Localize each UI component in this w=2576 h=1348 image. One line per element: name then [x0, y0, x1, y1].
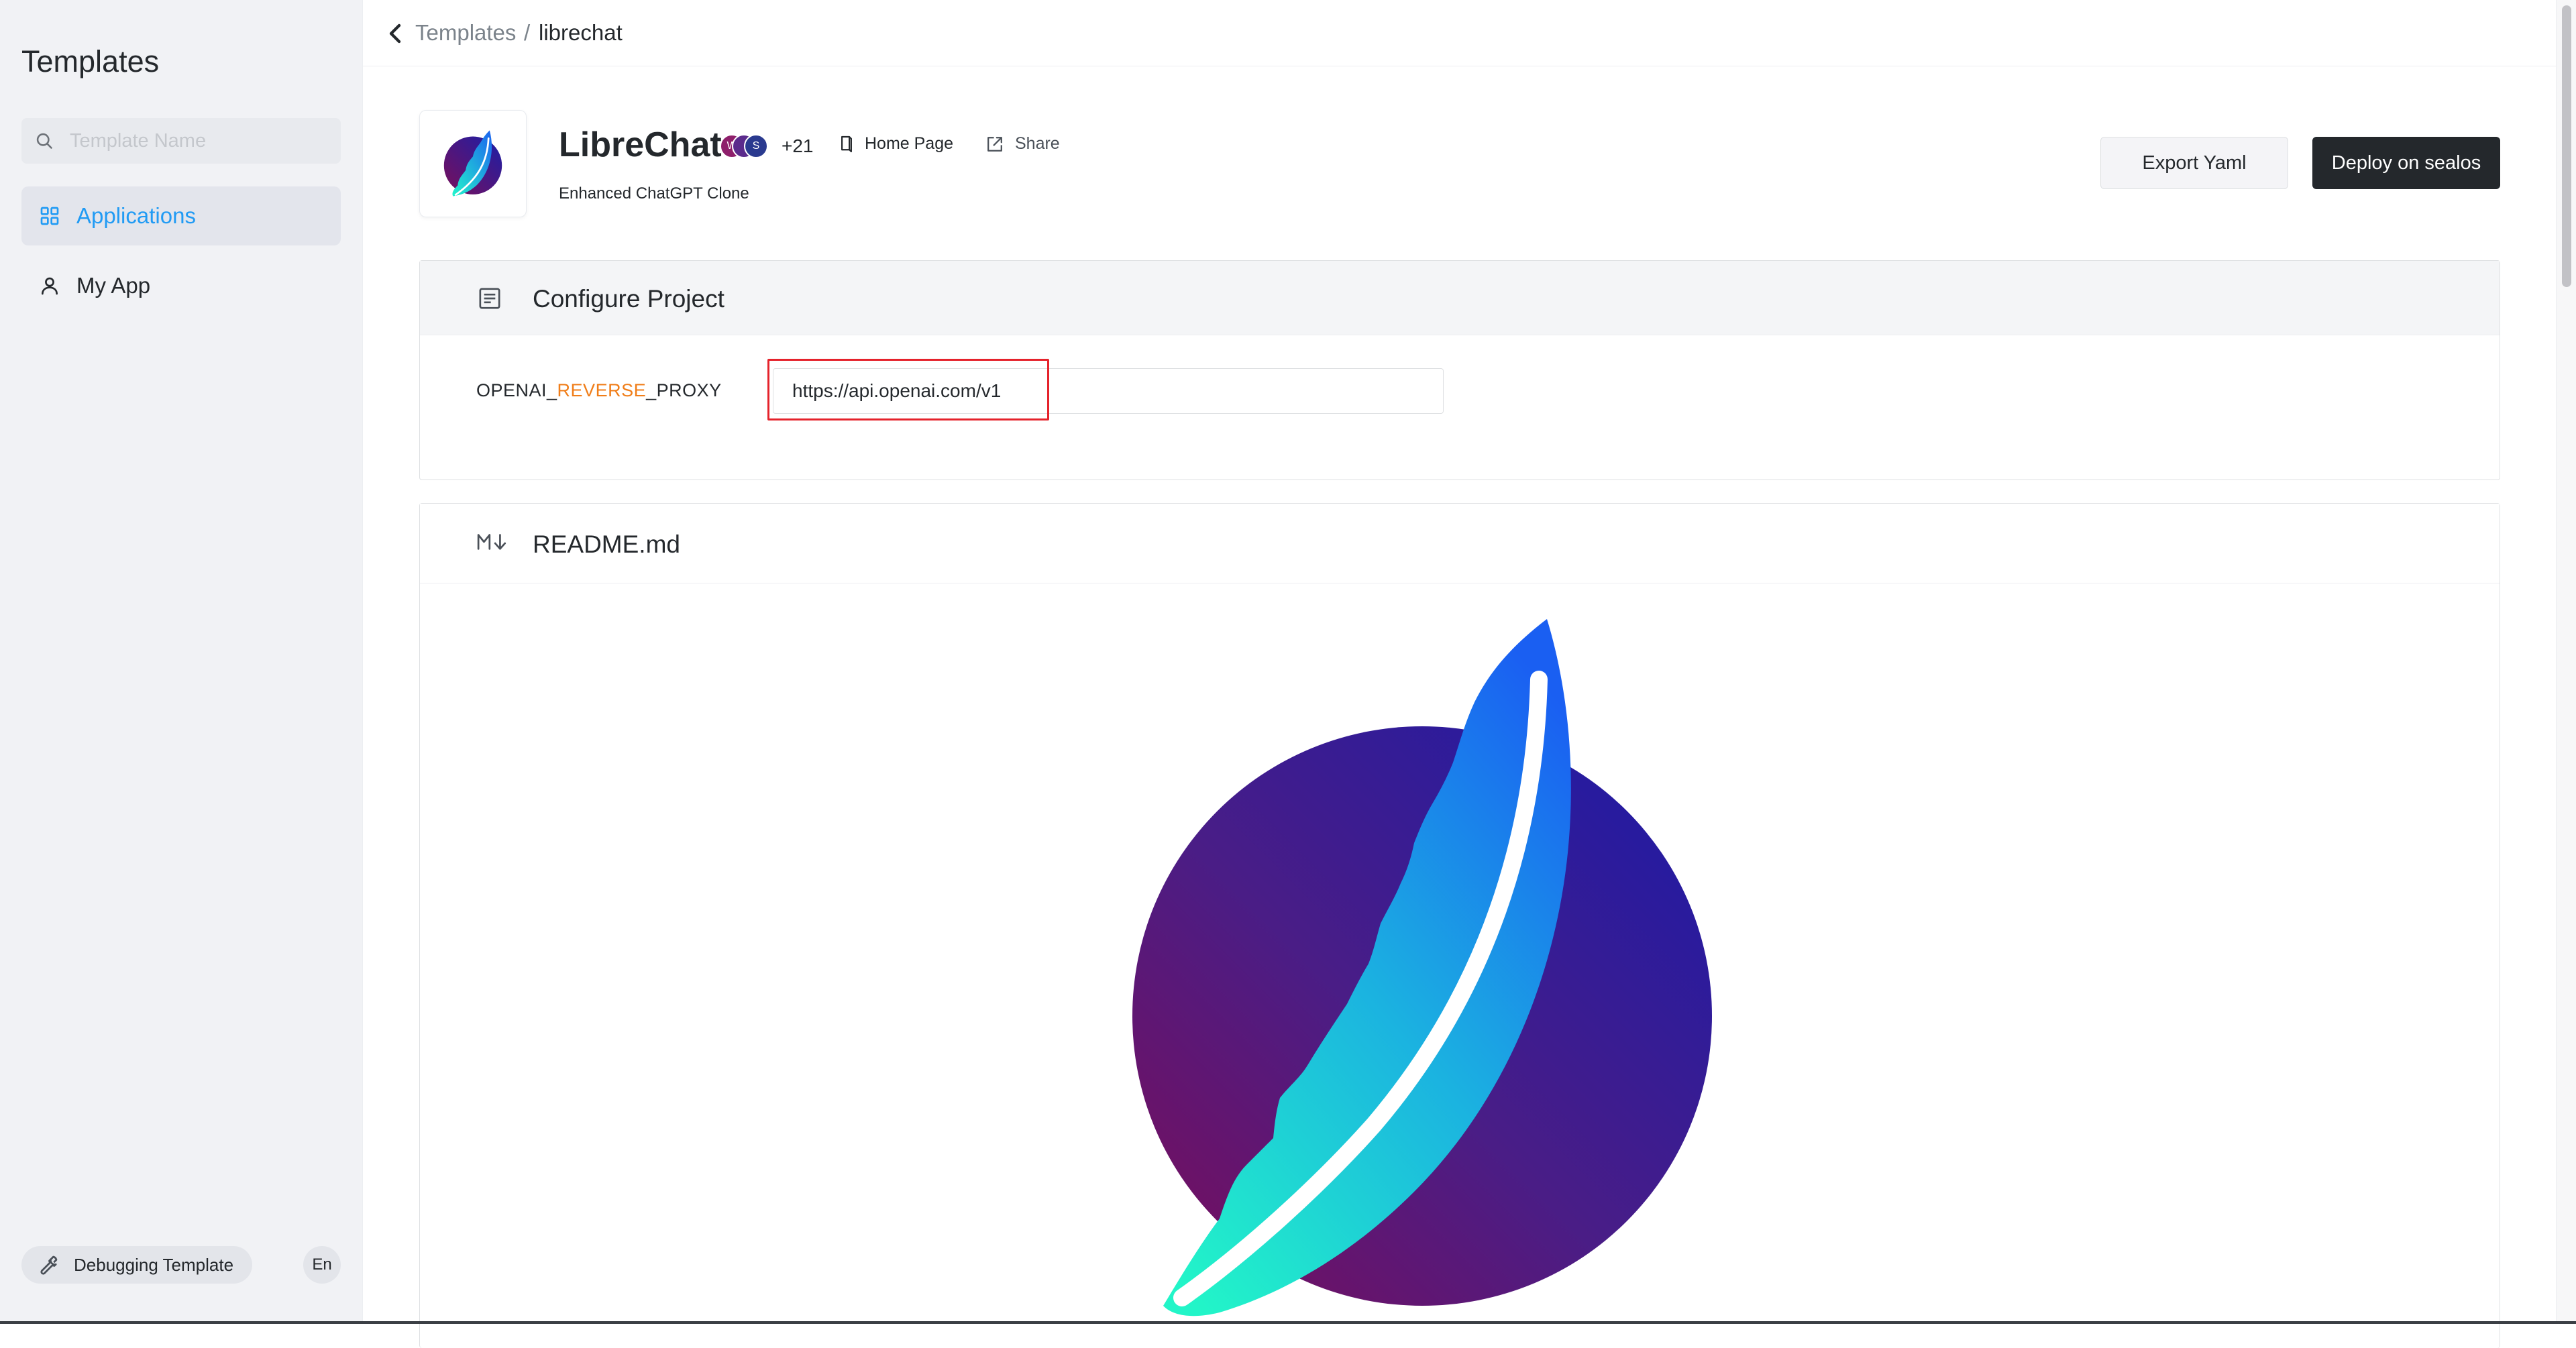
contributor-count: +21 — [782, 135, 814, 156]
readme-title: README.md — [533, 530, 680, 558]
configure-project-header: Configure Project — [420, 261, 2500, 335]
openai-reverse-proxy-input[interactable] — [773, 368, 1444, 414]
sidebar-item-my-app[interactable]: My App — [21, 256, 341, 315]
librechat-logo-icon — [443, 130, 502, 196]
app-title: LibreChat — [559, 125, 722, 164]
wrench-icon — [40, 1255, 58, 1275]
sidebar-item-applications[interactable]: Applications — [21, 186, 341, 245]
avatar: S — [744, 134, 768, 158]
share-label: Share — [1015, 134, 1060, 153]
breadcrumb-current: librechat — [539, 20, 623, 45]
export-yaml-button[interactable]: Export Yaml — [2100, 137, 2288, 189]
label-suffix: _PROXY — [646, 380, 722, 400]
markdown-icon — [477, 534, 506, 550]
breadcrumb-templates-link[interactable]: Templates — [415, 20, 516, 46]
librechat-feather-logo — [1132, 619, 1712, 1316]
app-logo — [419, 110, 527, 217]
configure-project-panel: Configure Project OPENAI_REVERSE_PROXY — [419, 260, 2500, 480]
language-button[interactable]: En — [303, 1246, 341, 1284]
configure-project-title: Configure Project — [533, 285, 724, 313]
share-link[interactable]: Share — [985, 134, 1060, 154]
debugging-template-button[interactable]: Debugging Template — [21, 1246, 252, 1284]
document-icon — [479, 288, 500, 309]
readme-header: README.md — [420, 504, 2500, 583]
share-icon — [987, 136, 1002, 152]
sidebar: Templates Applications My App — [0, 0, 362, 1324]
label-highlight: REVERSE — [557, 380, 647, 400]
search-box[interactable] — [21, 118, 341, 164]
home-page-label: Home Page — [865, 134, 954, 153]
search-icon — [36, 133, 52, 149]
app-description: Enhanced ChatGPT Clone — [559, 184, 749, 203]
sidebar-title: Templates — [21, 44, 160, 78]
scrollbar-thumb[interactable] — [2562, 5, 2571, 287]
home-page-link[interactable]: Home Page — [839, 134, 953, 154]
breadcrumb: Templates / librechat — [363, 0, 2557, 66]
deploy-button[interactable]: Deploy on sealos — [2312, 137, 2500, 189]
main-content: Templates / librechat LibreChat W S — [362, 0, 2557, 1348]
contributor-avatars: W S — [720, 134, 773, 160]
bottom-edge — [0, 1321, 2576, 1324]
search-input[interactable] — [70, 118, 331, 164]
breadcrumb-separator: / — [524, 20, 531, 45]
page-scrollbar[interactable] — [2556, 0, 2576, 1324]
debugging-template-label: Debugging Template — [74, 1254, 234, 1275]
sidebar-item-label: My App — [76, 273, 151, 298]
readme-panel: README.md — [419, 503, 2500, 1348]
chevron-left-icon[interactable] — [386, 23, 405, 44]
user-icon — [38, 274, 62, 298]
book-icon — [841, 135, 852, 152]
sidebar-item-label: Applications — [76, 203, 196, 228]
openai-reverse-proxy-label: OPENAI_REVERSE_PROXY — [476, 380, 722, 401]
grid-icon — [38, 204, 62, 228]
label-prefix: OPENAI_ — [476, 380, 557, 400]
